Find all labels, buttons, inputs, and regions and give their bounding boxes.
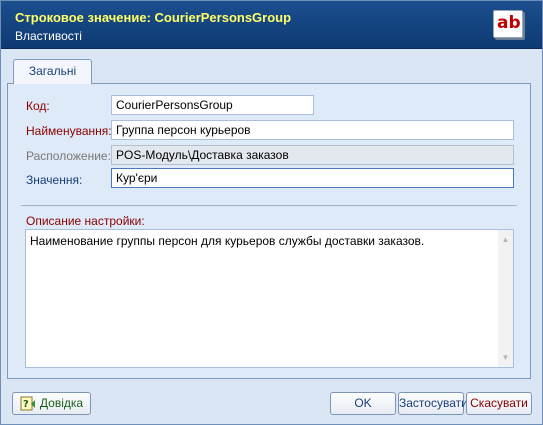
dialog-subtitle: Властивості bbox=[15, 29, 82, 43]
memo-scrollbar[interactable]: ▲ ▼ bbox=[498, 230, 513, 367]
help-button[interactable]: ? Довідка bbox=[12, 392, 91, 415]
location-label: Расположение: bbox=[26, 149, 111, 163]
description-memo[interactable]: Наименование группы персон для курьеров … bbox=[25, 229, 514, 368]
description-label: Описание настройки: bbox=[26, 214, 145, 228]
code-field[interactable]: CourierPersonsGroup bbox=[111, 95, 314, 115]
dialog-title: Строковое значение: CourierPersonsGroup bbox=[15, 10, 292, 25]
apply-button[interactable]: Застосувати bbox=[398, 392, 468, 415]
code-label: Код: bbox=[26, 99, 50, 113]
svg-text:?: ? bbox=[23, 399, 29, 410]
section-divider bbox=[21, 205, 517, 206]
cancel-button[interactable]: Скасувати bbox=[466, 392, 532, 415]
properties-dialog: Строковое значение: CourierPersonsGroup … bbox=[0, 0, 543, 425]
dialog-header: Строковое значение: CourierPersonsGroup … bbox=[1, 1, 542, 49]
tab-general[interactable]: Загальні bbox=[13, 59, 92, 84]
description-text: Наименование группы персон для курьеров … bbox=[30, 234, 425, 248]
location-field: POS-Модуль\Доставка заказов bbox=[111, 145, 514, 165]
name-label: Найменування: bbox=[26, 124, 112, 138]
ab-icon-text: ab bbox=[497, 13, 521, 33]
scroll-down-icon[interactable]: ▼ bbox=[498, 350, 513, 365]
value-label: Значення: bbox=[26, 173, 83, 187]
help-button-label: Довідка bbox=[39, 396, 84, 410]
help-icon: ? bbox=[20, 396, 35, 411]
scroll-up-icon[interactable]: ▲ bbox=[498, 232, 513, 247]
ok-button[interactable]: OK bbox=[330, 392, 396, 415]
name-field[interactable]: Группа персон курьеров bbox=[111, 120, 514, 140]
value-field[interactable]: Кур'єри bbox=[111, 168, 514, 188]
ab-string-icon: ab bbox=[493, 10, 525, 40]
